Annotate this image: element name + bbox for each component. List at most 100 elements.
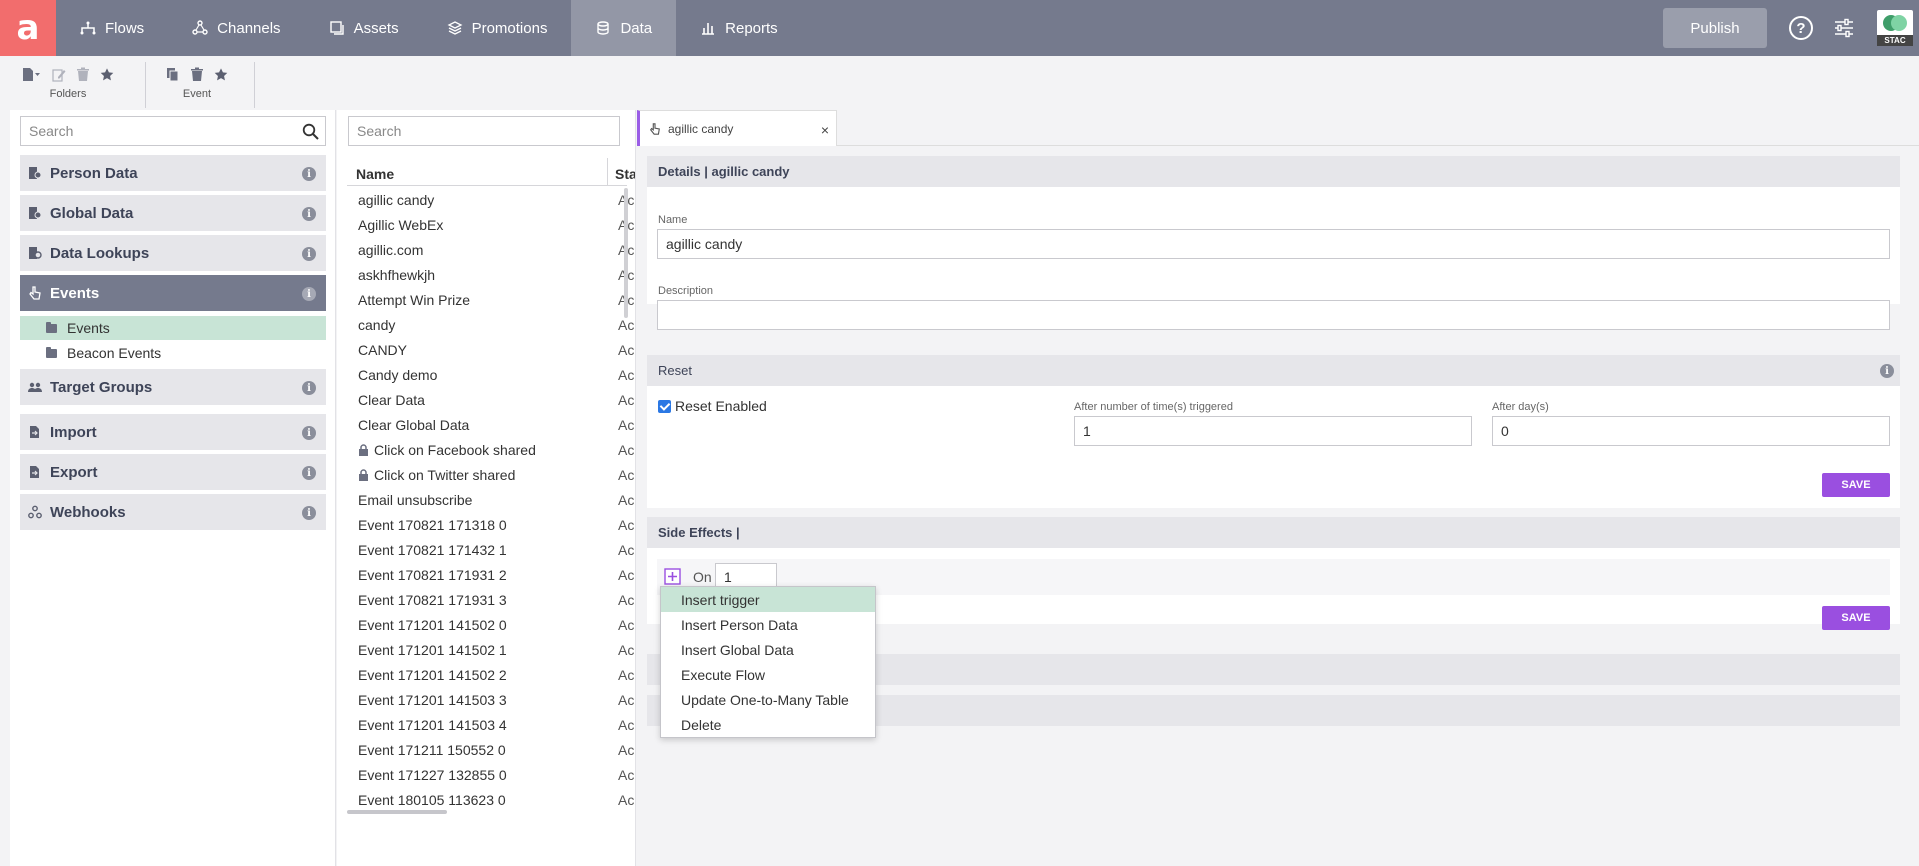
category-search-input[interactable] [21, 117, 325, 145]
delete-event-icon[interactable] [190, 67, 204, 82]
app-logo[interactable]: a [0, 0, 56, 56]
info-icon[interactable]: i [302, 426, 316, 440]
table-row[interactable]: Clear Data Ac [347, 388, 635, 413]
column-header-name[interactable]: Name [356, 166, 394, 182]
table-row[interactable]: Event 171201 141502 0 Ac [347, 613, 635, 638]
after-days-label: After day(s) [1492, 401, 1549, 413]
menu-update-one-to-many-table[interactable]: Update One-to-Many Table [661, 687, 875, 712]
table-row[interactable]: Attempt Win PrizeAc [347, 288, 635, 313]
nav-assets[interactable]: Assets [305, 0, 423, 56]
table-row[interactable]: CANDY Ac [347, 338, 635, 363]
menu-insert-trigger[interactable]: Insert trigger [661, 587, 875, 612]
section-global-data[interactable]: Global Data i [20, 195, 326, 231]
nav-data[interactable]: Data [571, 0, 677, 56]
info-icon[interactable]: i [302, 287, 316, 301]
edit-folder-icon[interactable] [52, 67, 66, 82]
event-tool-group: Event [166, 64, 228, 106]
column-resize-handle[interactable] [607, 158, 608, 186]
save-reset-button[interactable]: SAVE [1822, 473, 1890, 497]
event-search-input[interactable] [349, 117, 619, 145]
publish-button[interactable]: Publish [1663, 8, 1767, 48]
event-name-text: Event 170821 171931 3 [358, 592, 507, 608]
menu-delete[interactable]: Delete [661, 712, 875, 737]
table-row[interactable]: agillic candyAc [347, 188, 635, 213]
info-icon[interactable]: i [302, 207, 316, 221]
info-icon[interactable]: i [302, 247, 316, 261]
table-row[interactable]: Event 171201 141503 3 Ac [347, 688, 635, 713]
account-avatar[interactable]: STAC [1877, 10, 1913, 46]
table-row[interactable]: Event 171201 141502 1 Ac [347, 638, 635, 663]
menu-insert-person-data[interactable]: Insert Person Data [661, 612, 875, 637]
name-input[interactable]: agillic candy [657, 229, 1890, 259]
table-row[interactable]: Event 170821 171931 3 Ac [347, 588, 635, 613]
menu-execute-flow[interactable]: Execute Flow [661, 662, 875, 687]
new-folder-dropdown-icon[interactable] [22, 67, 42, 82]
info-icon[interactable]: i [1880, 364, 1894, 378]
tab-agillic-candy[interactable]: agillic candy × [637, 110, 837, 146]
add-side-effect-icon[interactable] [664, 568, 681, 585]
table-row[interactable]: Agillic WebExAc [347, 213, 635, 238]
nav-reports[interactable]: Reports [676, 0, 802, 56]
triggered-count-input[interactable]: 1 [1074, 416, 1472, 446]
reset-enabled-checkbox[interactable] [658, 399, 671, 413]
event-status-cell: Ac [618, 667, 635, 683]
subitem-label: Events [67, 320, 110, 336]
event-name-cell: Event 171227 132855 0 [358, 767, 507, 783]
horizontal-scrollbar[interactable] [347, 810, 447, 814]
event-name-cell: candy [358, 317, 395, 333]
table-row[interactable]: Event 171201 141502 2 Ac [347, 663, 635, 688]
search-icon[interactable] [302, 123, 319, 140]
info-icon[interactable]: i [302, 381, 316, 395]
event-name-cell: askhfhewkjh [358, 267, 435, 283]
section-data-lookups[interactable]: Data Lookups i [20, 235, 326, 271]
table-row[interactable]: Clear Global Data Ac [347, 413, 635, 438]
section-person-data[interactable]: Person Data i [20, 155, 326, 191]
event-status-cell: Ac [618, 567, 635, 583]
table-row[interactable]: Event 170821 171432 1 Ac [347, 538, 635, 563]
save-side-effects-button[interactable]: SAVE [1822, 606, 1890, 630]
menu-insert-global-data[interactable]: Insert Global Data [661, 637, 875, 662]
event-name-cell: Event 171201 141503 3 [358, 692, 507, 708]
table-row[interactable]: Click on Twitter shared Ac [347, 463, 635, 488]
table-row[interactable]: Email unsubscribe Ac [347, 488, 635, 513]
delete-folder-icon[interactable] [76, 67, 90, 82]
subitem-events[interactable]: Events [20, 316, 326, 340]
after-days-input[interactable]: 0 [1492, 416, 1890, 446]
settings-sliders-icon[interactable] [1833, 17, 1855, 39]
table-row[interactable]: candy Ac [347, 313, 635, 338]
channels-icon [192, 20, 208, 35]
info-icon[interactable]: i [302, 506, 316, 520]
help-icon[interactable]: ? [1789, 16, 1813, 40]
close-tab-icon[interactable]: × [821, 122, 829, 138]
section-target-groups[interactable]: Target Groups i [20, 369, 326, 405]
nav-flows[interactable]: Flows [56, 0, 168, 56]
copy-event-icon[interactable] [166, 67, 180, 82]
table-row[interactable]: Candy demo Ac [347, 363, 635, 388]
section-export[interactable]: Export i [20, 454, 326, 490]
table-row[interactable]: Event 170821 171931 2 Ac [347, 563, 635, 588]
info-icon[interactable]: i [302, 167, 316, 181]
subitem-beacon-events[interactable]: Beacon Events [20, 341, 326, 365]
webhooks-icon [28, 505, 42, 519]
table-row[interactable]: Event 170821 171318 0 Ac [347, 513, 635, 538]
description-input[interactable] [657, 300, 1890, 330]
table-row[interactable]: Click on Facebook shared Ac [347, 438, 635, 463]
tab-baseline [837, 145, 1919, 146]
event-status-cell: Ac [618, 642, 635, 658]
section-webhooks[interactable]: Webhooks i [20, 494, 326, 530]
nav-promotions[interactable]: Promotions [423, 0, 572, 56]
table-row[interactable]: askhfhewkjhAc [347, 263, 635, 288]
table-row[interactable]: Event 171227 132855 0 Ac [347, 763, 635, 788]
table-row[interactable]: Event 171201 141503 4 Ac [347, 713, 635, 738]
table-row[interactable]: Event 171211 150552 0 Ac [347, 738, 635, 763]
favorite-event-icon[interactable] [214, 67, 228, 82]
section-events[interactable]: Events i [20, 275, 326, 311]
favorite-folder-icon[interactable] [100, 67, 114, 82]
info-icon[interactable]: i [302, 466, 316, 480]
event-name-cell: Event 171201 141503 4 [358, 717, 507, 733]
nav-channels[interactable]: Channels [168, 0, 304, 56]
table-row[interactable]: agillic.comAc [347, 238, 635, 263]
section-import[interactable]: Import i [20, 414, 326, 450]
vertical-scrollbar[interactable] [624, 188, 628, 318]
column-header-status[interactable]: Sta [615, 166, 635, 182]
